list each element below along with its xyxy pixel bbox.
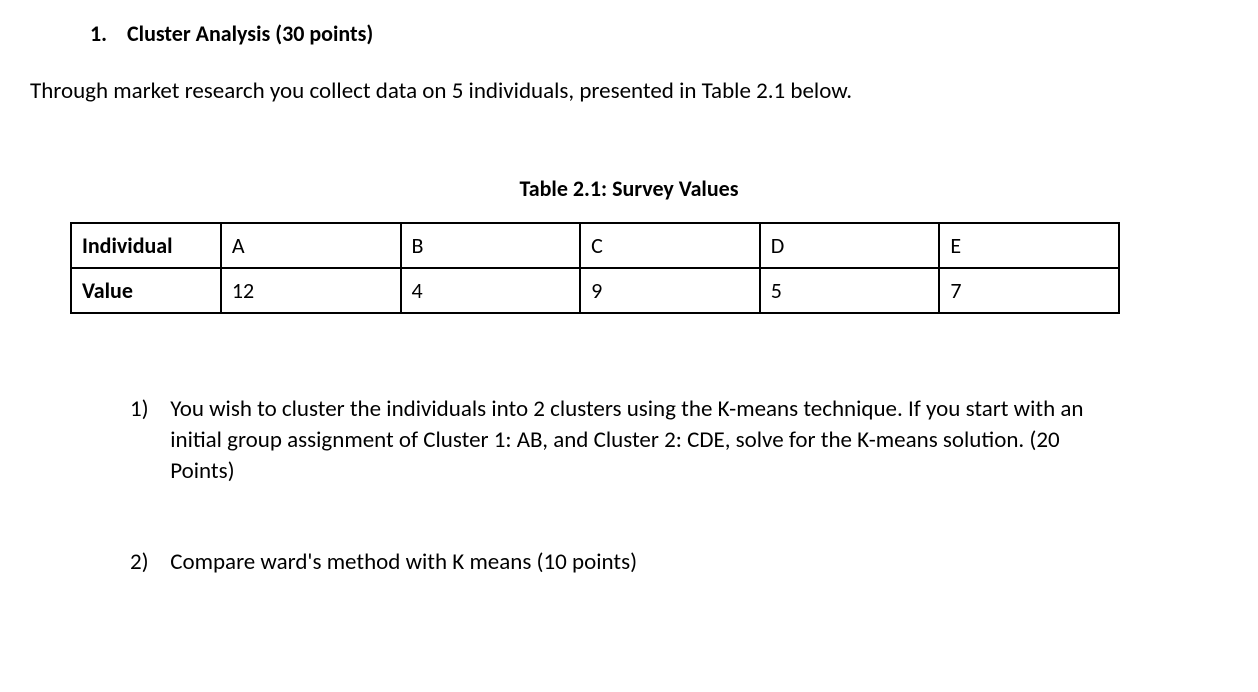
subquestion-text: You wish to cluster the individuals into…: [170, 394, 1123, 487]
table-cell: C: [580, 223, 760, 268]
table-cell: 4: [401, 268, 581, 313]
table-cell: D: [760, 223, 940, 268]
table-cell: 9: [580, 268, 760, 313]
subquestion-number: 1): [130, 394, 165, 425]
table-row: Value 12 4 9 5 7: [71, 268, 1119, 313]
table-cell: 12: [221, 268, 401, 313]
subquestion-text: Compare ward's method with K means (10 p…: [170, 547, 1123, 578]
subquestion-2: 2) Compare ward's method with K means (1…: [130, 547, 1128, 578]
heading-title: Cluster Analysis (30 points): [127, 20, 373, 47]
intro-paragraph: Through market research you collect data…: [30, 77, 1228, 105]
row-label: Individual: [71, 223, 221, 268]
survey-table: Individual A B C D E Value 12 4 9 5 7: [70, 222, 1120, 314]
subquestion-number: 2): [130, 547, 165, 578]
table-caption: Table 2.1: Survey Values: [30, 175, 1228, 202]
subquestion-1: 1) You wish to cluster the individuals i…: [130, 394, 1128, 487]
table-cell: 7: [939, 268, 1119, 313]
row-label: Value: [71, 268, 221, 313]
table-cell: 5: [760, 268, 940, 313]
table-cell: B: [401, 223, 581, 268]
table-row: Individual A B C D E: [71, 223, 1119, 268]
heading-number: 1.: [90, 20, 107, 47]
table-cell: A: [221, 223, 401, 268]
section-heading: 1. Cluster Analysis (30 points): [90, 20, 1228, 47]
table-cell: E: [939, 223, 1119, 268]
